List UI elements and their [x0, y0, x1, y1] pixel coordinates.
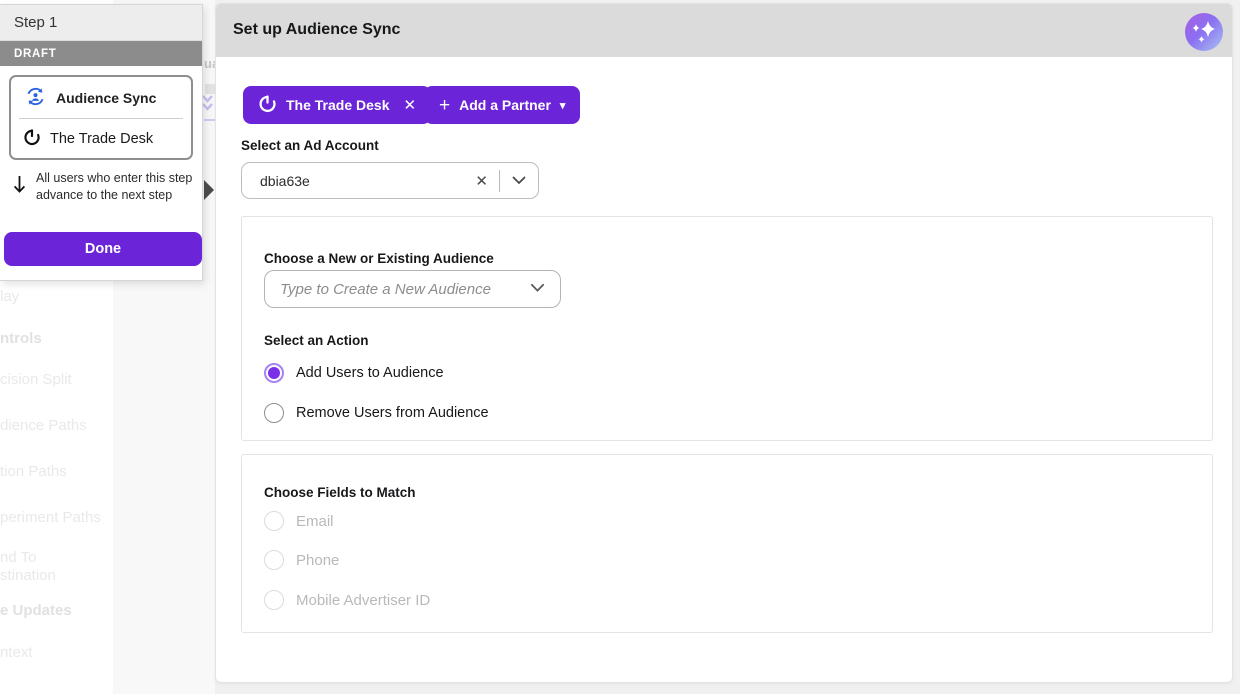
arrow-down-icon: [12, 174, 27, 201]
step-note: All users who enter this step advance to…: [36, 170, 192, 204]
ad-account-combobox[interactable]: dbia63e ✕: [241, 162, 539, 199]
faded-menu-item: e Updates: [0, 602, 72, 620]
panel-header: Set up Audience Sync: [216, 4, 1232, 57]
field-option-label: Phone: [296, 552, 339, 569]
step-popover: Step 1 DRAFT: [0, 4, 203, 281]
checkbox-disabled-icon: [264, 590, 284, 610]
field-option-email: Email: [264, 511, 334, 531]
fields-section: Choose Fields to Match Email Phone Mobil…: [241, 454, 1213, 633]
add-partner-button[interactable]: + Add a Partner ▾: [424, 86, 580, 124]
plus-icon: +: [439, 96, 450, 115]
choose-audience-label: Choose a New or Existing Audience: [264, 251, 494, 266]
fields-label: Choose Fields to Match: [264, 485, 416, 500]
faded-menu-item: ntext: [0, 644, 33, 662]
radio-remove-users[interactable]: Remove Users from Audience: [264, 403, 489, 423]
canvas-fragment-dash: [204, 119, 215, 121]
field-option-phone: Phone: [264, 550, 339, 570]
add-partner-label: Add a Partner: [459, 97, 551, 113]
checkbox-disabled-icon: [264, 550, 284, 570]
audience-sync-icon: [25, 86, 46, 110]
clear-icon[interactable]: ✕: [464, 172, 499, 190]
sparkle-icon: [1185, 39, 1223, 54]
radio-label: Add Users to Audience: [296, 365, 444, 381]
radio-unselected-icon: [264, 403, 284, 423]
partner-chip-trade-desk[interactable]: The Trade Desk ✕: [243, 86, 431, 124]
ad-account-label: Select an Ad Account: [241, 138, 379, 153]
step-note-line2: advance to the next step: [36, 187, 192, 204]
node-title-row: Audience Sync: [11, 77, 191, 118]
caret-down-icon: ▾: [560, 99, 566, 112]
node-title: Audience Sync: [56, 90, 156, 106]
audience-select-placeholder: Type to Create a New Audience: [280, 281, 491, 298]
step-note-line1: All users who enter this step: [36, 170, 192, 187]
faded-menu-item: periment Paths: [0, 509, 101, 527]
node-pointer-arrow: [204, 180, 214, 200]
chevron-down-icon: [530, 280, 545, 298]
step-label: Step 1: [14, 14, 57, 31]
field-option-maid: Mobile Advertiser ID: [264, 590, 430, 610]
faded-menu-item: nd To stination: [0, 549, 56, 585]
radio-selected-icon: [264, 363, 284, 383]
chip-close-icon[interactable]: ✕: [404, 96, 417, 114]
page: lay ntrols cision Split dience Paths tio…: [0, 0, 1240, 694]
field-option-label: Mobile Advertiser ID: [296, 592, 430, 609]
chevron-down-icon[interactable]: [500, 176, 538, 185]
done-button[interactable]: Done: [4, 232, 202, 266]
audience-sync-panel: Set up Audience Sync: [215, 3, 1233, 683]
radio-add-users[interactable]: Add Users to Audience: [264, 363, 444, 383]
trade-desk-icon: [258, 94, 277, 116]
radio-label: Remove Users from Audience: [296, 405, 489, 421]
faded-menu-item: cision Split: [0, 371, 72, 389]
faded-menu-item: dience Paths: [0, 417, 87, 435]
faded-menu-item: ntrols: [0, 330, 42, 348]
checkbox-disabled-icon: [264, 511, 284, 531]
partner-chip-label: The Trade Desk: [286, 97, 390, 113]
ai-sparkle-button[interactable]: [1185, 13, 1223, 51]
status-badge: DRAFT: [0, 41, 202, 66]
status-badge-label: DRAFT: [14, 48, 56, 60]
panel-title: Set up Audience Sync: [233, 21, 400, 39]
select-action-label: Select an Action: [264, 333, 369, 348]
node-subtitle-row: The Trade Desk: [11, 119, 191, 159]
step-node-card[interactable]: Audience Sync The Trade Desk: [9, 75, 193, 160]
faded-menu-item: lay: [0, 288, 19, 306]
node-subtitle: The Trade Desk: [50, 131, 153, 147]
trade-desk-icon: [23, 128, 41, 150]
field-option-label: Email: [296, 513, 334, 530]
step-header: Step 1: [0, 5, 202, 41]
audience-section: Choose a New or Existing Audience Type t…: [241, 216, 1213, 441]
faded-menu-item: tion Paths: [0, 463, 67, 481]
ad-account-value: dbia63e: [260, 173, 464, 189]
audience-select[interactable]: Type to Create a New Audience: [264, 270, 561, 308]
